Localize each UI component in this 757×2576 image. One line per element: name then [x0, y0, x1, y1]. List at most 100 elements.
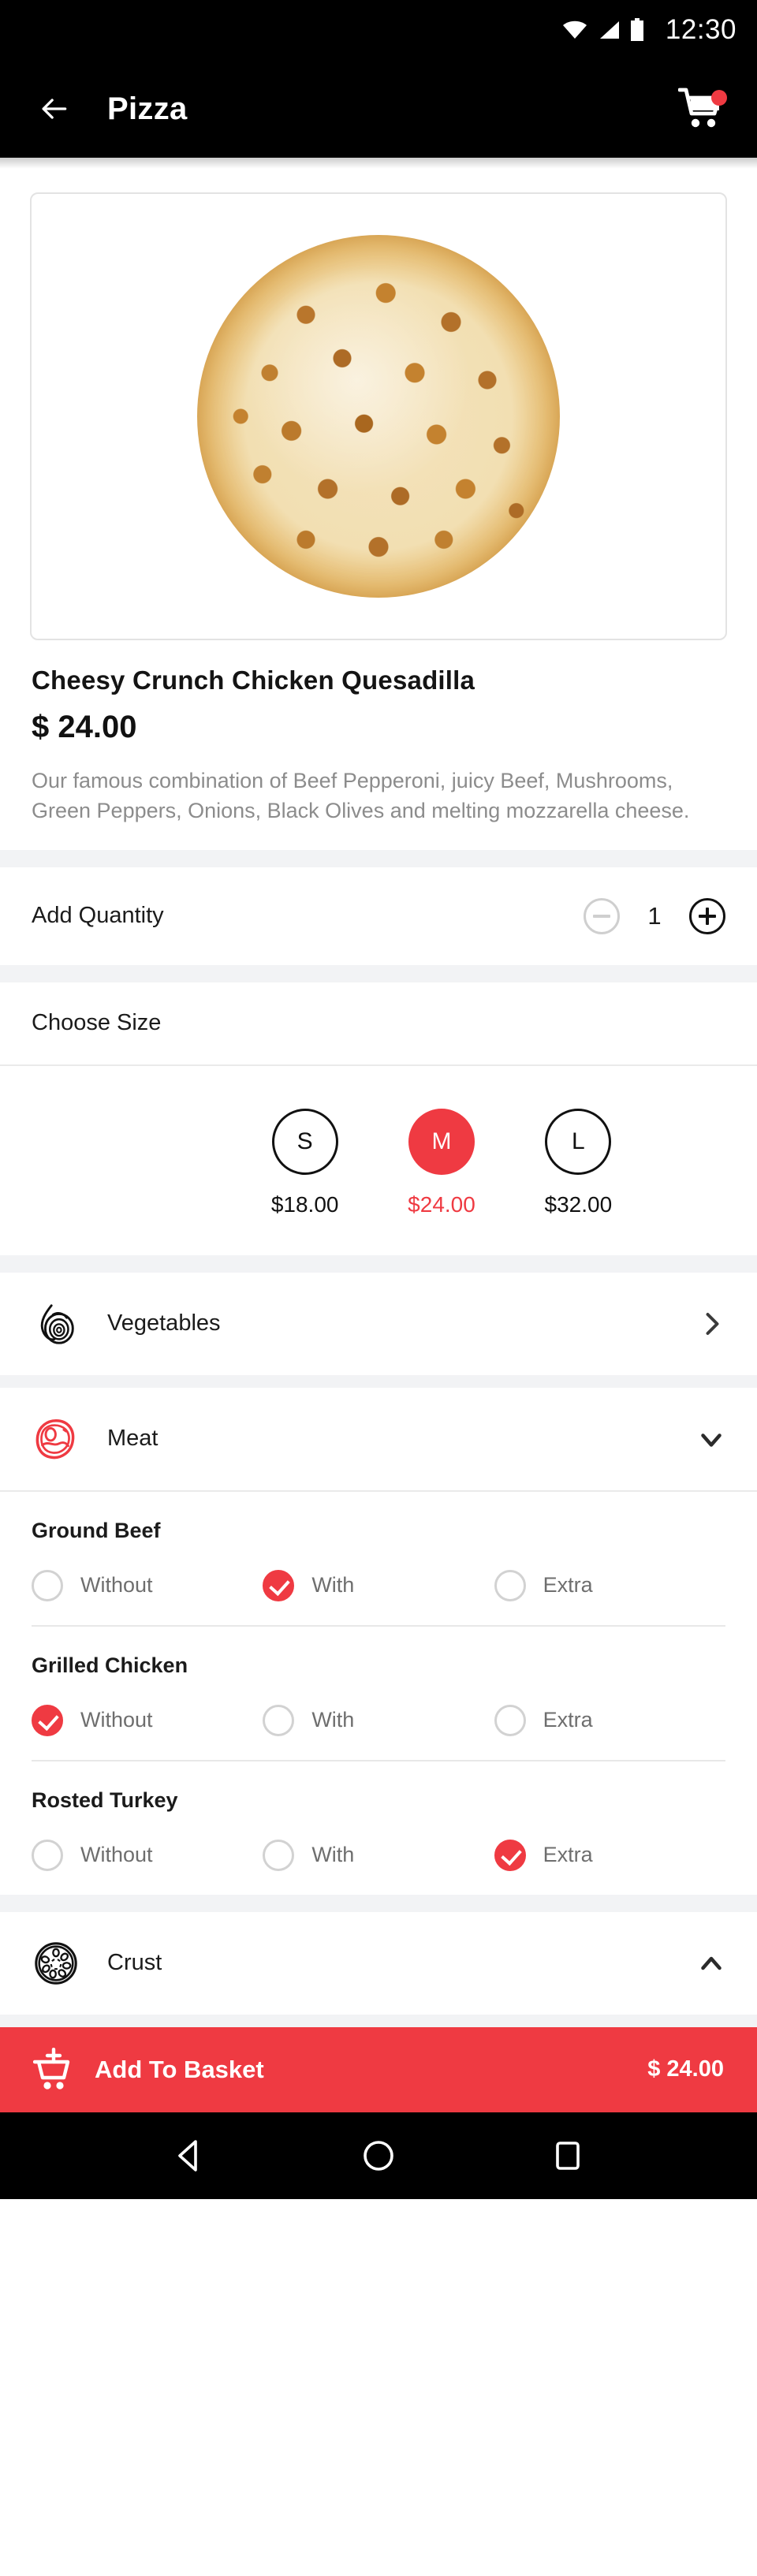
- radio-checked-icon: [494, 1839, 526, 1871]
- option-title: Ground Beef: [32, 1518, 161, 1542]
- status-bar-icons: [561, 18, 645, 42]
- category-label-meat: Meat: [107, 1426, 158, 1452]
- cart-badge: [711, 90, 727, 106]
- choice-label: Extra: [543, 1843, 593, 1867]
- chevron-up-icon: [701, 1956, 722, 1970]
- meat-option-group-ground-beef: Ground Beef Without With Extra: [0, 1492, 757, 1627]
- wifi-icon: [562, 21, 587, 39]
- product-info: Cheesy Crunch Chicken Quesadilla $ 24.00…: [0, 640, 757, 850]
- meat-option-group-grilled-chicken: Grilled Chicken Without With Extra: [0, 1627, 757, 1761]
- section-divider: [0, 1254, 757, 1273]
- product-image: [197, 235, 560, 598]
- category-row-crust[interactable]: Crust: [0, 1911, 757, 2015]
- section-divider: [0, 1374, 757, 1388]
- section-divider: [0, 849, 757, 867]
- android-nav-bar: [0, 2112, 757, 2199]
- signal-icon: [599, 21, 619, 39]
- product-title: Cheesy Crunch Chicken Quesadilla: [32, 665, 475, 695]
- choice-with[interactable]: With: [263, 1569, 494, 1601]
- quantity-stepper: 1: [584, 897, 725, 934]
- status-bar-time: 12:30: [665, 14, 736, 45]
- quantity-label: Add Quantity: [32, 903, 164, 929]
- radio-icon: [263, 1704, 295, 1736]
- section-divider: [0, 964, 757, 982]
- quantity-increment-button[interactable]: [689, 897, 725, 934]
- quantity-row: Add Quantity 1: [0, 867, 757, 965]
- category-row-meat[interactable]: Meat: [0, 1387, 757, 1490]
- back-arrow-icon[interactable]: [36, 91, 71, 126]
- choice-label: With: [311, 1573, 355, 1597]
- choice-label: Extra: [543, 1573, 593, 1597]
- page-title: Pizza: [107, 91, 188, 126]
- choice-without[interactable]: Without: [32, 1569, 263, 1601]
- size-circle-l: L: [545, 1108, 612, 1175]
- status-bar: 12:30: [0, 0, 757, 60]
- category-label-crust: Crust: [107, 1950, 162, 1976]
- battery-icon: [630, 18, 643, 41]
- android-recents-icon[interactable]: [549, 2137, 587, 2175]
- pizza-product-screen: 12:30 Pizza Cheesy Crunch Chicken Quesad…: [0, 0, 757, 2576]
- choice-extra[interactable]: Extra: [494, 1839, 725, 1871]
- chevron-right-icon: [706, 1312, 719, 1335]
- add-to-basket-button[interactable]: Add To Basket $ 24.00: [0, 2026, 757, 2112]
- choice-without[interactable]: Without: [32, 1839, 263, 1871]
- choice-label: With: [311, 1708, 355, 1732]
- product-price: $ 24.00: [32, 710, 137, 744]
- android-back-icon[interactable]: [170, 2137, 208, 2175]
- add-to-cart-icon: [33, 2047, 70, 2090]
- size-option-m[interactable]: M $24.00: [408, 1108, 475, 1217]
- quantity-value: 1: [647, 901, 662, 930]
- choice-with[interactable]: With: [263, 1839, 494, 1871]
- size-option-l[interactable]: L $32.00: [544, 1108, 613, 1217]
- option-title: Grilled Chicken: [32, 1653, 188, 1677]
- add-to-basket-label: Add To Basket: [95, 2055, 264, 2083]
- option-choices: Without With Extra: [32, 1678, 725, 1760]
- radio-icon: [494, 1569, 526, 1601]
- onion-icon: [40, 1303, 74, 1344]
- minus-icon: [593, 914, 610, 918]
- size-price-m: $24.00: [408, 1191, 475, 1217]
- radio-icon: [32, 1569, 63, 1601]
- option-title: Rosted Turkey: [32, 1788, 178, 1812]
- plus-icon-vertical: [706, 907, 709, 925]
- choice-label: Without: [80, 1843, 153, 1867]
- radio-icon: [32, 1839, 63, 1871]
- android-home-icon[interactable]: [360, 2137, 397, 2175]
- radio-icon: [494, 1704, 526, 1736]
- steak-icon: [35, 1418, 75, 1459]
- radio-icon: [263, 1839, 295, 1871]
- size-circle-m: M: [408, 1108, 475, 1175]
- choice-without[interactable]: Without: [32, 1704, 263, 1736]
- chevron-down-icon: [701, 1433, 722, 1447]
- choice-label: Without: [80, 1573, 153, 1597]
- product-description: Our famous combination of Beef Pepperoni…: [32, 769, 690, 823]
- size-option-s[interactable]: S $18.00: [270, 1108, 339, 1217]
- app-bar: Pizza: [0, 60, 757, 158]
- app-bar-shadow: [0, 158, 757, 169]
- basket-total: $ 24.00: [647, 2056, 724, 2082]
- size-circle-s: S: [271, 1108, 338, 1175]
- category-row-vegetables[interactable]: Vegetables: [0, 1272, 757, 1375]
- choice-extra[interactable]: Extra: [494, 1569, 725, 1601]
- choice-label: Without: [80, 1708, 153, 1732]
- scroll-content: Cheesy Crunch Chicken Quesadilla $ 24.00…: [0, 192, 757, 2027]
- choice-label: Extra: [543, 1708, 593, 1732]
- pizza-crust-icon: [35, 1941, 77, 1985]
- radio-checked-icon: [263, 1569, 295, 1601]
- meat-option-group-rosted-turkey: Rosted Turkey Without With Extra: [0, 1761, 757, 1895]
- choice-label: With: [311, 1843, 355, 1867]
- category-label-vegetables: Vegetables: [107, 1310, 221, 1336]
- quantity-decrement-button[interactable]: [584, 897, 620, 934]
- section-divider: [0, 2014, 757, 2027]
- section-divider: [0, 1894, 757, 1912]
- cart-button[interactable]: [677, 87, 727, 131]
- product-image-card: [30, 192, 727, 640]
- choose-size-heading: Choose Size: [32, 1010, 162, 1036]
- size-price-s: $18.00: [270, 1191, 339, 1217]
- radio-checked-icon: [32, 1704, 63, 1736]
- option-choices: Without With Extra: [32, 1543, 725, 1625]
- choice-extra[interactable]: Extra: [494, 1704, 725, 1736]
- option-choices: Without With Extra: [32, 1813, 725, 1895]
- size-price-l: $32.00: [544, 1191, 613, 1217]
- choice-with[interactable]: With: [263, 1704, 494, 1736]
